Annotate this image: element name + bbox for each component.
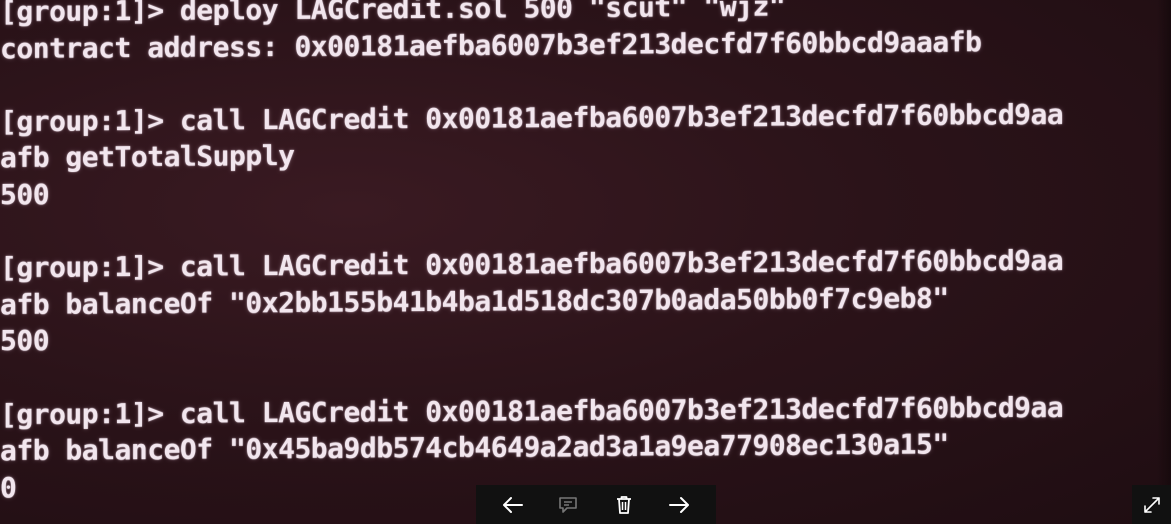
comment-icon [559, 496, 577, 513]
image-viewer-toolbar [476, 485, 716, 524]
expand-button[interactable] [1132, 485, 1171, 524]
previous-button[interactable] [492, 485, 532, 524]
arrow-right-icon [669, 496, 689, 513]
arrow-left-icon [503, 496, 523, 513]
expand-icon [1143, 496, 1160, 513]
comment-button[interactable] [548, 485, 588, 524]
photo-of-terminal: [group:1]> deploy LAGCredit.sol 500 "scu… [0, 0, 1171, 524]
next-button[interactable] [660, 485, 700, 524]
delete-button[interactable] [604, 485, 644, 524]
terminal-output: [group:1]> deploy LAGCredit.sol 500 "scu… [0, 0, 1160, 506]
photo-edge-shadow [1157, 0, 1171, 524]
trash-icon [617, 495, 631, 514]
